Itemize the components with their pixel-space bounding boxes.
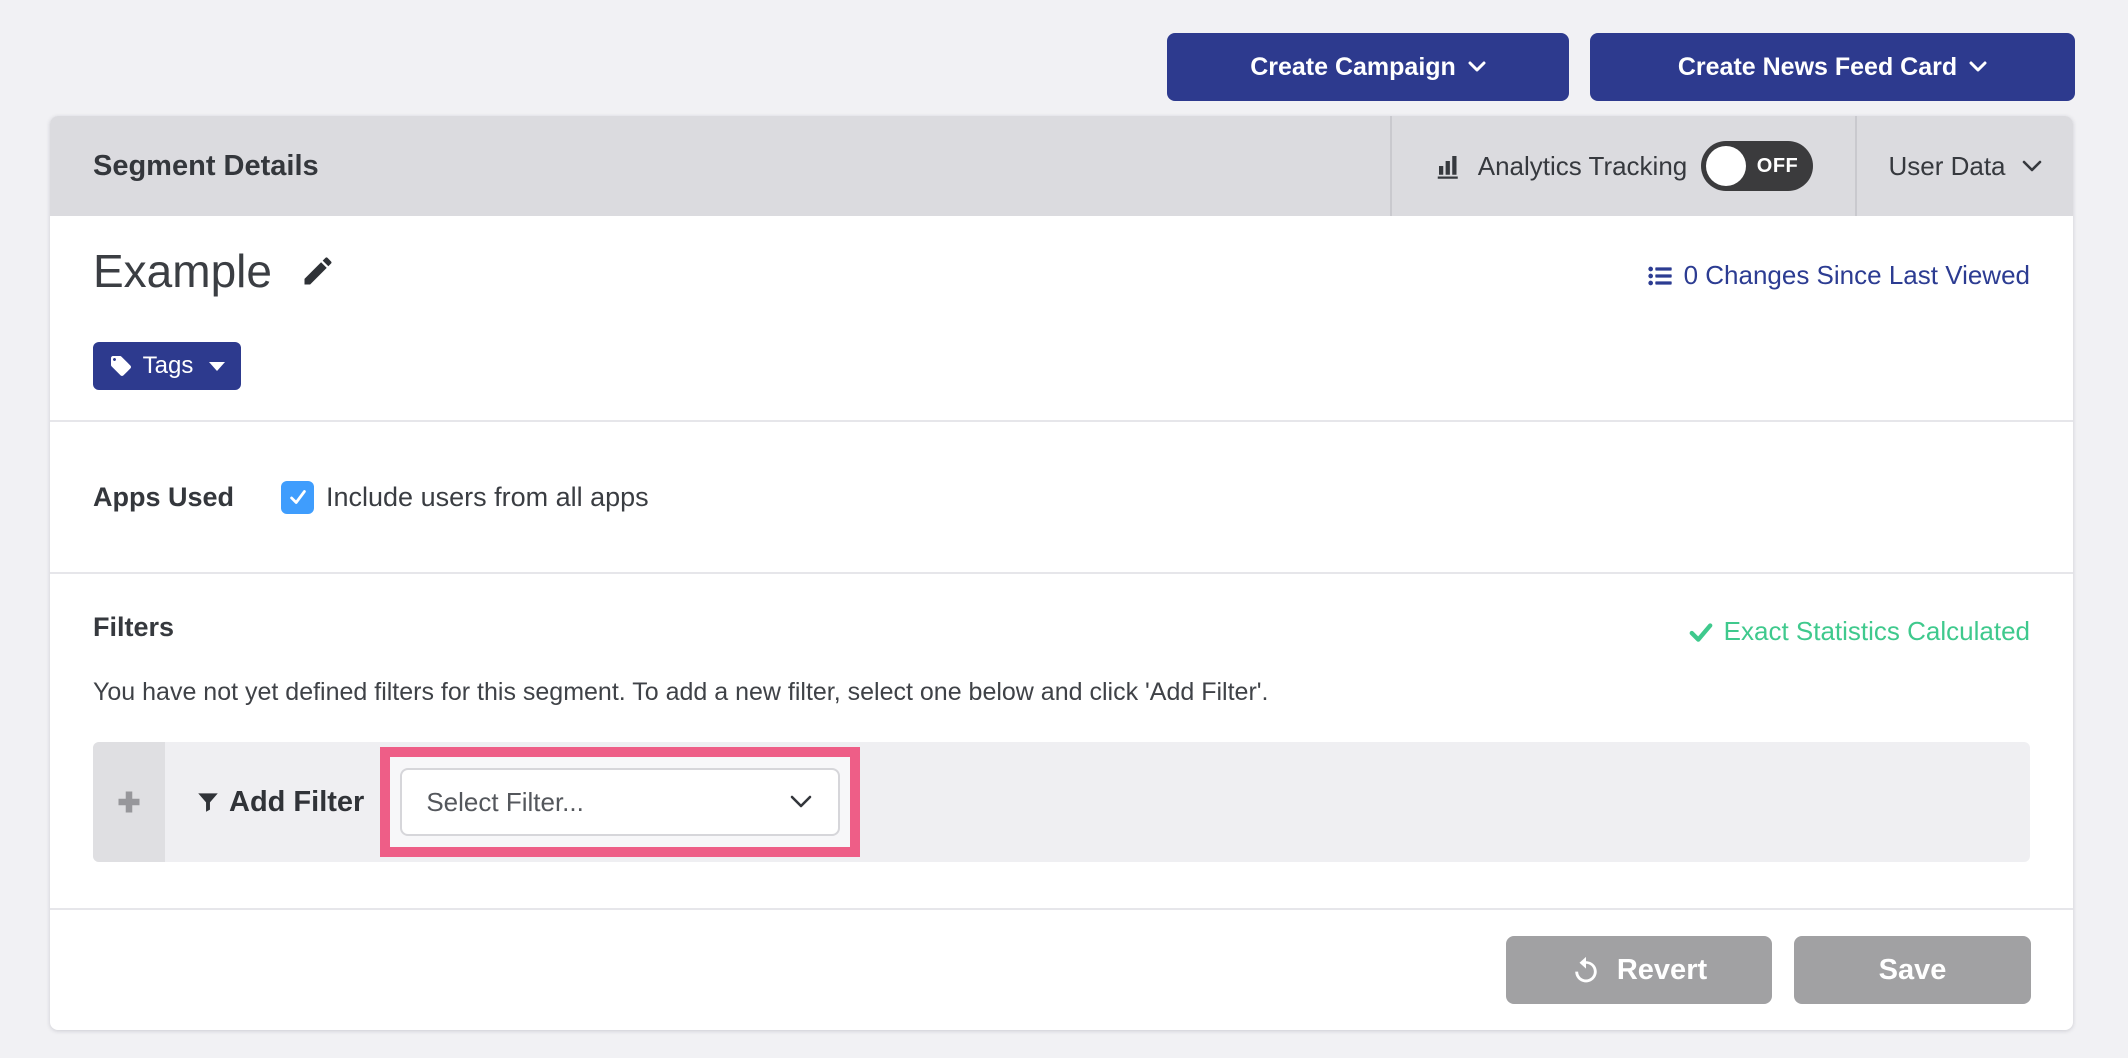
include-all-apps-checkbox[interactable]: [281, 481, 314, 514]
filters-empty-state-text: You have not yet defined filters for thi…: [93, 678, 1269, 707]
chevron-down-icon: [1969, 61, 1987, 73]
create-campaign-label: Create Campaign: [1250, 53, 1456, 82]
save-button-label: Save: [1879, 954, 1947, 987]
analytics-tracking-control: Analytics Tracking OFF: [1390, 116, 1855, 216]
segment-name-row: Example: [93, 244, 336, 298]
page-title: Segment Details: [50, 116, 1390, 216]
card-footer: Revert Save: [50, 908, 2073, 1030]
chevron-down-icon: [2022, 160, 2042, 173]
toggle-state-label: OFF: [1757, 141, 1799, 191]
revert-button-label: Revert: [1617, 954, 1707, 987]
revert-button[interactable]: Revert: [1506, 936, 1772, 1004]
add-filter-label: Add Filter: [229, 786, 364, 819]
segment-name: Example: [93, 244, 272, 298]
changes-link-label: 0 Changes Since Last Viewed: [1684, 260, 2030, 291]
toggle-knob: [1706, 146, 1746, 186]
apps-used-section: Apps Used Include users from all apps: [50, 420, 2073, 572]
apps-used-label: Apps Used: [93, 482, 281, 513]
add-filter-row: Add Filter Select Filter...: [93, 742, 2030, 862]
user-data-label: User Data: [1888, 151, 2005, 182]
check-icon: [287, 486, 309, 508]
analytics-tracking-label: Analytics Tracking: [1478, 151, 1688, 182]
card-header: Segment Details Analytics Tracking OFF U…: [50, 116, 2073, 216]
add-filter-button[interactable]: Add Filter: [195, 786, 364, 819]
user-data-dropdown[interactable]: User Data: [1855, 116, 2073, 216]
changes-since-last-viewed-link[interactable]: 0 Changes Since Last Viewed: [1646, 260, 2030, 291]
exact-statistics-label: Exact Statistics Calculated: [1724, 616, 2030, 647]
tag-icon: [109, 354, 133, 378]
checkmark-icon: [1688, 619, 1714, 645]
filters-heading: Filters: [93, 612, 174, 643]
segment-details-card: Segment Details Analytics Tracking OFF U…: [50, 116, 2073, 1030]
analytics-tracking-toggle[interactable]: OFF: [1701, 141, 1813, 191]
top-actions: Create Campaign Create News Feed Card: [1167, 33, 2075, 101]
create-news-feed-card-button[interactable]: Create News Feed Card: [1590, 33, 2075, 101]
create-campaign-button[interactable]: Create Campaign: [1167, 33, 1569, 101]
plus-icon: [115, 788, 143, 816]
exact-statistics-status: Exact Statistics Calculated: [1688, 616, 2030, 647]
list-icon: [1646, 262, 1674, 290]
chevron-down-icon: [1468, 61, 1486, 73]
add-row-plus-button[interactable]: [93, 742, 165, 862]
tags-button[interactable]: Tags: [93, 342, 241, 390]
create-news-feed-card-label: Create News Feed Card: [1678, 53, 1957, 82]
segment-title-section: Example 0 Changes Since Last Viewed: [50, 216, 2073, 420]
filters-section: Filters Exact Statistics Calculated You …: [50, 572, 2073, 908]
chevron-down-icon: [790, 795, 812, 809]
funnel-icon: [195, 789, 221, 815]
revert-icon: [1571, 955, 1601, 985]
include-all-apps-label: Include users from all apps: [326, 482, 649, 513]
filter-select-highlight: Select Filter...: [380, 747, 860, 857]
tags-button-label: Tags: [143, 352, 194, 380]
edit-pencil-icon[interactable]: [300, 253, 336, 289]
save-button[interactable]: Save: [1794, 936, 2031, 1004]
filter-select-dropdown[interactable]: Select Filter...: [400, 768, 840, 836]
filter-select-placeholder: Select Filter...: [426, 787, 584, 818]
bar-chart-icon: [1434, 151, 1464, 181]
caret-down-icon: [209, 362, 225, 371]
